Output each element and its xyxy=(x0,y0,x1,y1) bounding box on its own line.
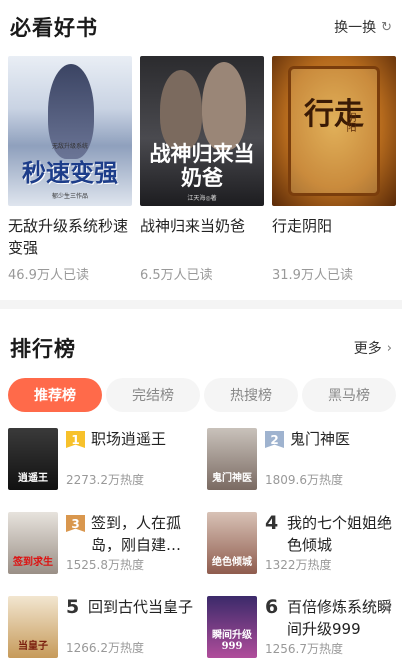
rank-number: 5 xyxy=(66,596,80,618)
ranking-heat: 1322万热度 xyxy=(265,558,332,572)
ranking-cover-text: 绝色倾城 xyxy=(212,557,252,568)
more-label: 更多 xyxy=(353,341,382,357)
ranking-heat: 2273.2万热度 xyxy=(66,473,144,487)
ranking-book-title[interactable]: 职场逍遥王 xyxy=(91,428,166,450)
ranking-list: 逍遥王 1 职场逍遥王 2273.2万热度 鬼门神医 2 鬼门神医 1809.6… xyxy=(8,428,396,658)
book-cover[interactable]: 行走 阴阳 xyxy=(272,56,396,206)
ranking-item[interactable]: 鬼门神医 2 鬼门神医 1809.6万热度 xyxy=(207,428,396,490)
ranking-cover[interactable]: 当皇子 xyxy=(8,596,58,658)
ranking-book-title[interactable]: 我的七个姐姐绝色倾城 xyxy=(287,512,396,556)
ranking-header: 排行榜 更多 › xyxy=(10,333,392,363)
section-divider xyxy=(0,300,402,309)
tab-recommend[interactable]: 推荐榜 xyxy=(8,378,102,412)
cover-author-text: 江天海◎著 xyxy=(187,195,217,202)
cover-title-text: 行走 xyxy=(304,97,364,132)
ranking-book-title[interactable]: 签到，人在孤岛，刚自建… xyxy=(91,512,197,556)
book-title[interactable]: 战神归来当奶爸 xyxy=(140,215,264,259)
must-read-header: 必看好书 换一换 ↻ xyxy=(10,12,392,42)
cover-title-text: 战神归来当奶爸 xyxy=(149,141,255,190)
book-cover[interactable]: 战神归来当奶爸 江天海◎著 xyxy=(140,56,264,206)
ranking-cover[interactable]: 签到求生 xyxy=(8,512,58,574)
refresh-label: 换一换 xyxy=(334,20,377,36)
book-read-count: 31.9万人已读 xyxy=(272,268,353,283)
ranking-item[interactable]: 绝色倾城 4 我的七个姐姐绝色倾城 1322万热度 xyxy=(207,512,396,574)
cover-title-text: 秒速变强 xyxy=(22,158,118,187)
rank-badge-bronze: 3 xyxy=(66,515,85,532)
ranking-book-title[interactable]: 回到古代当皇子 xyxy=(88,596,193,618)
ranking-heat: 1266.2万热度 xyxy=(66,641,144,655)
rank-badge-gold: 1 xyxy=(66,431,85,448)
chevron-right-icon: › xyxy=(386,340,392,356)
tab-completed[interactable]: 完结榜 xyxy=(106,378,200,412)
ranking-cover-text: 鬼门神医 xyxy=(212,473,252,484)
ranking-cover-text: 瞬间升级999 xyxy=(212,630,252,652)
ranking-item[interactable]: 瞬间升级999 6 百倍修炼系统瞬间升级999 1256.7万热度 xyxy=(207,596,396,658)
ranking-heat: 1809.6万热度 xyxy=(265,473,343,487)
book-read-count: 6.5万人已读 xyxy=(140,268,213,283)
book-card[interactable]: 战神归来当奶爸 江天海◎著 战神归来当奶爸 6.5万人已读 xyxy=(140,56,264,283)
ranking-cover-text: 当皇子 xyxy=(18,641,48,652)
ranking-tabs: 推荐榜 完结榜 热搜榜 黑马榜 xyxy=(8,378,396,412)
book-title[interactable]: 无敌升级系统秒速变强 xyxy=(8,215,132,259)
cover-series-text: 无敌升级系统 xyxy=(51,143,88,150)
refresh-icon: ↻ xyxy=(381,19,392,35)
ranking-cover[interactable]: 鬼门神医 xyxy=(207,428,257,490)
ranking-heat: 1525.8万热度 xyxy=(66,558,144,572)
book-cover[interactable]: 无敌升级系统 秒速变强 郁少生三作品 xyxy=(8,56,132,206)
book-card[interactable]: 行走 阴阳 行走阴阳 31.9万人已读 xyxy=(272,56,396,283)
rank-number: 6 xyxy=(265,596,279,618)
book-title[interactable]: 行走阴阳 xyxy=(272,215,396,259)
ranking-item[interactable]: 签到求生 3 签到，人在孤岛，刚自建… 1525.8万热度 xyxy=(8,512,197,574)
ranking-item[interactable]: 逍遥王 1 职场逍遥王 2273.2万热度 xyxy=(8,428,197,490)
refresh-button[interactable]: 换一换 ↻ xyxy=(334,17,392,37)
ranking-cover[interactable]: 绝色倾城 xyxy=(207,512,257,574)
book-card[interactable]: 无敌升级系统 秒速变强 郁少生三作品 无敌升级系统秒速变强 46.9万人已读 xyxy=(8,56,132,283)
cover-side-text: 阴阳 xyxy=(344,112,355,132)
more-button[interactable]: 更多 › xyxy=(354,338,392,358)
ranking-cover[interactable]: 瞬间升级999 xyxy=(207,596,257,658)
ranking-title: 排行榜 xyxy=(10,337,76,361)
rank-number: 4 xyxy=(265,512,279,534)
ranking-heat: 1256.7万热度 xyxy=(265,642,343,656)
tab-hot-search[interactable]: 热搜榜 xyxy=(204,378,298,412)
ranking-book-title[interactable]: 百倍修炼系统瞬间升级999 xyxy=(287,596,396,640)
cover-author-text: 郁少生三作品 xyxy=(51,193,88,200)
ranking-item[interactable]: 当皇子 5 回到古代当皇子 1266.2万热度 xyxy=(8,596,197,658)
tab-dark-horse[interactable]: 黑马榜 xyxy=(302,378,396,412)
cover-figure xyxy=(202,62,246,150)
ranking-cover-text: 签到求生 xyxy=(13,557,53,568)
ranking-book-title[interactable]: 鬼门神医 xyxy=(290,428,350,450)
ranking-cover-text: 逍遥王 xyxy=(18,473,48,484)
book-read-count: 46.9万人已读 xyxy=(8,268,89,283)
cover-figure xyxy=(160,70,202,150)
rank-badge-silver: 2 xyxy=(265,431,284,448)
must-read-books: 无敌升级系统 秒速变强 郁少生三作品 无敌升级系统秒速变强 46.9万人已读 战… xyxy=(8,56,396,283)
ranking-cover[interactable]: 逍遥王 xyxy=(8,428,58,490)
must-read-title: 必看好书 xyxy=(10,16,98,40)
